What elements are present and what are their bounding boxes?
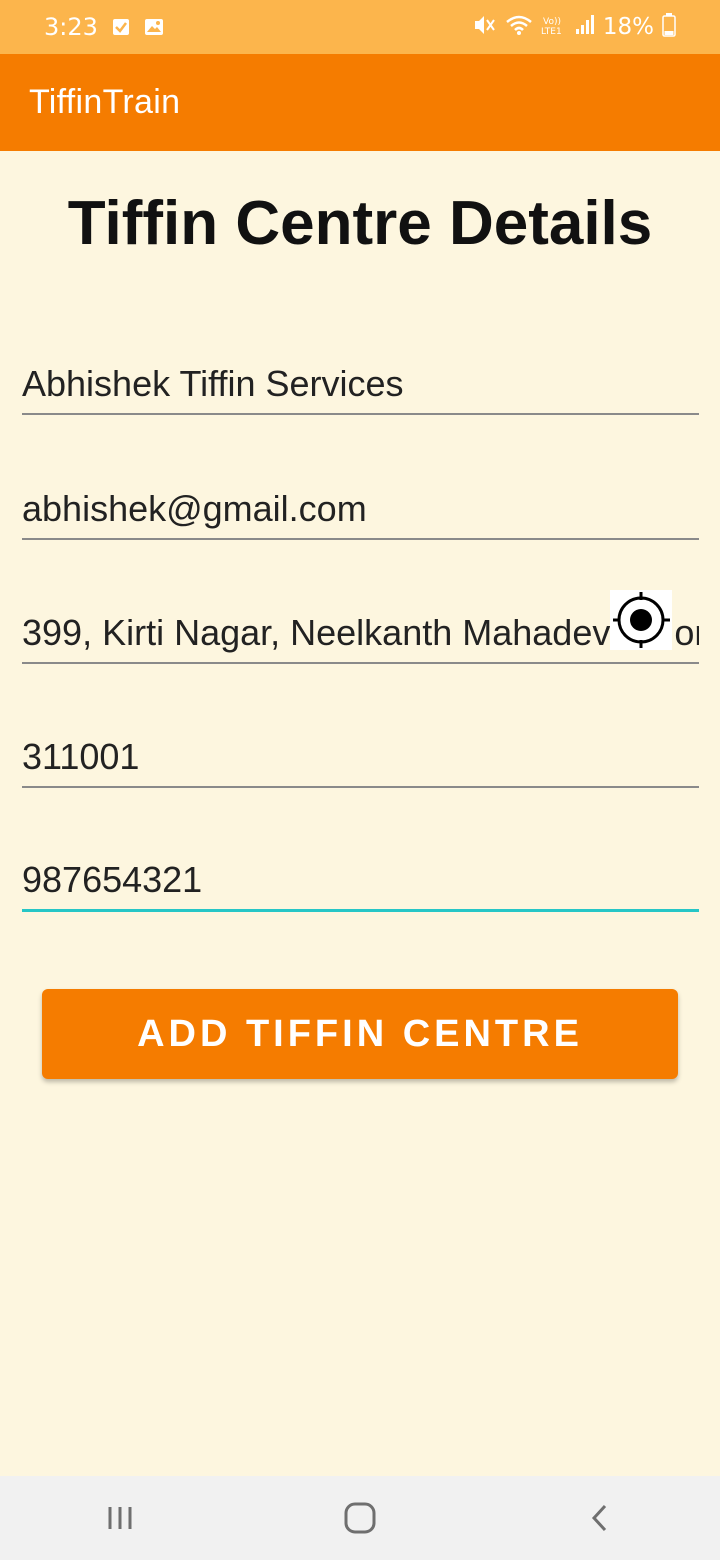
signal-icon	[575, 14, 595, 41]
tiffin-name-field[interactable]: Abhishek Tiffin Services	[22, 355, 699, 415]
page-title: Tiffin Centre Details	[67, 189, 653, 258]
app-bar: TiffinTrain	[0, 54, 720, 151]
status-time: 3:23	[44, 13, 98, 41]
status-right: Vo)) LTE1 18%	[473, 12, 676, 42]
address-value: 399, Kirti Nagar, Neelkanth Mahadev Colo…	[22, 612, 699, 653]
status-bar: 3:23 Vo)) LTE1 18%	[0, 0, 720, 54]
mute-icon	[473, 14, 497, 41]
tiffin-name-value: Abhishek Tiffin Services	[22, 363, 404, 404]
svg-text:Vo)): Vo))	[543, 17, 561, 27]
back-icon[interactable]	[560, 1488, 640, 1548]
image-notification-icon	[144, 18, 163, 36]
checkbox-notification-icon	[112, 18, 130, 36]
navigation-bar	[0, 1476, 720, 1560]
gps-target-icon[interactable]	[610, 590, 672, 650]
email-value: abhishek@gmail.com	[22, 488, 367, 529]
home-icon[interactable]	[320, 1488, 400, 1548]
wifi-icon	[505, 14, 533, 41]
pincode-value: 311001	[22, 736, 140, 777]
pincode-field[interactable]: 311001	[22, 728, 699, 788]
status-left: 3:23	[44, 13, 163, 41]
recent-apps-icon[interactable]	[80, 1488, 160, 1548]
phone-value: 987654321	[22, 859, 203, 900]
add-tiffin-centre-button[interactable]: ADD TIFFIN CENTRE	[42, 989, 678, 1079]
app-title: TiffinTrain	[29, 83, 181, 121]
volte-icon: Vo)) LTE1	[541, 14, 567, 41]
svg-text:LTE1: LTE1	[541, 27, 562, 36]
battery-percentage: 18%	[602, 14, 654, 40]
battery-icon	[662, 12, 676, 42]
address-field[interactable]: 399, Kirti Nagar, Neelkanth Mahadev Colo…	[22, 604, 699, 664]
phone-field[interactable]: 987654321	[22, 852, 699, 912]
email-field[interactable]: abhishek@gmail.com	[22, 480, 699, 540]
